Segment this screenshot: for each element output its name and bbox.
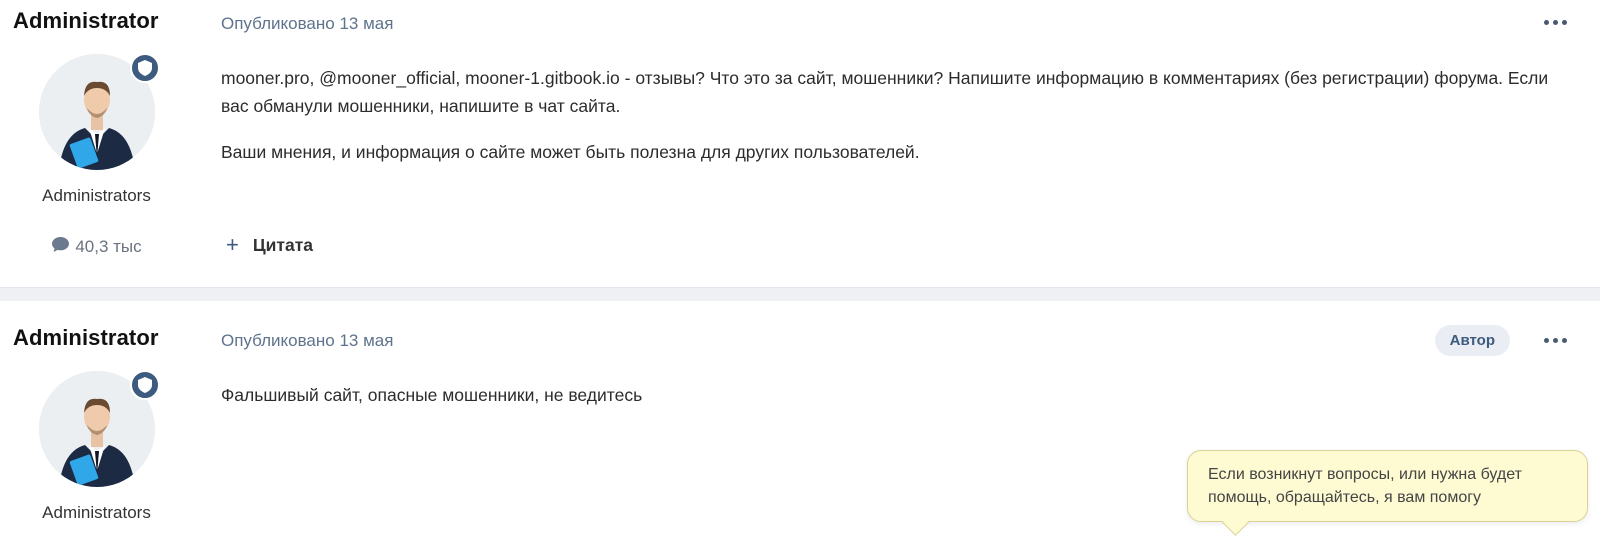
shield-icon	[130, 53, 160, 83]
post-date[interactable]: Опубликовано 13 мая	[221, 331, 393, 351]
more-options-button[interactable]	[1540, 12, 1570, 32]
post-date[interactable]: Опубликовано 13 мая	[221, 14, 393, 34]
help-tooltip[interactable]: Если возникнут вопросы, или нужна будет …	[1187, 450, 1588, 522]
avatar[interactable]	[39, 53, 160, 170]
more-options-button[interactable]	[1540, 330, 1570, 350]
post-author[interactable]: Administrator	[13, 8, 159, 34]
post-author[interactable]: Administrator	[13, 325, 159, 351]
post: Administrator Administrators 40,3 тыс Оп…	[0, 0, 1600, 287]
post-content: Фальшивый сайт, опасные мошенники, не ве…	[221, 381, 1561, 427]
post-content: mooner.pro, @mooner_official, mooner-1.g…	[221, 64, 1561, 184]
plus-icon: +	[226, 232, 239, 257]
quote-label: Цитата	[252, 234, 314, 255]
post-separator	[0, 287, 1600, 301]
post-paragraph: Ваши мнения, и информация о сайте может …	[221, 142, 920, 162]
post-paragraph: Фальшивый сайт, опасные мошенники, не ве…	[221, 385, 643, 405]
post-count-value: 40,3 тыс	[75, 237, 142, 256]
more-icon	[1543, 19, 1549, 25]
user-group: Administrators	[42, 186, 151, 205]
quote-button[interactable]: + Цитата	[226, 234, 313, 256]
more-icon	[1543, 337, 1549, 343]
author-badge: Автор	[1434, 325, 1510, 356]
post-paragraph: mooner.pro, @mooner_official, mooner-1.g…	[221, 68, 1549, 116]
post-count: 40,3 тыс	[0, 236, 193, 258]
user-group: Administrators	[42, 503, 151, 522]
shield-icon	[130, 370, 160, 400]
comment-icon	[51, 236, 70, 258]
avatar[interactable]	[39, 370, 160, 487]
